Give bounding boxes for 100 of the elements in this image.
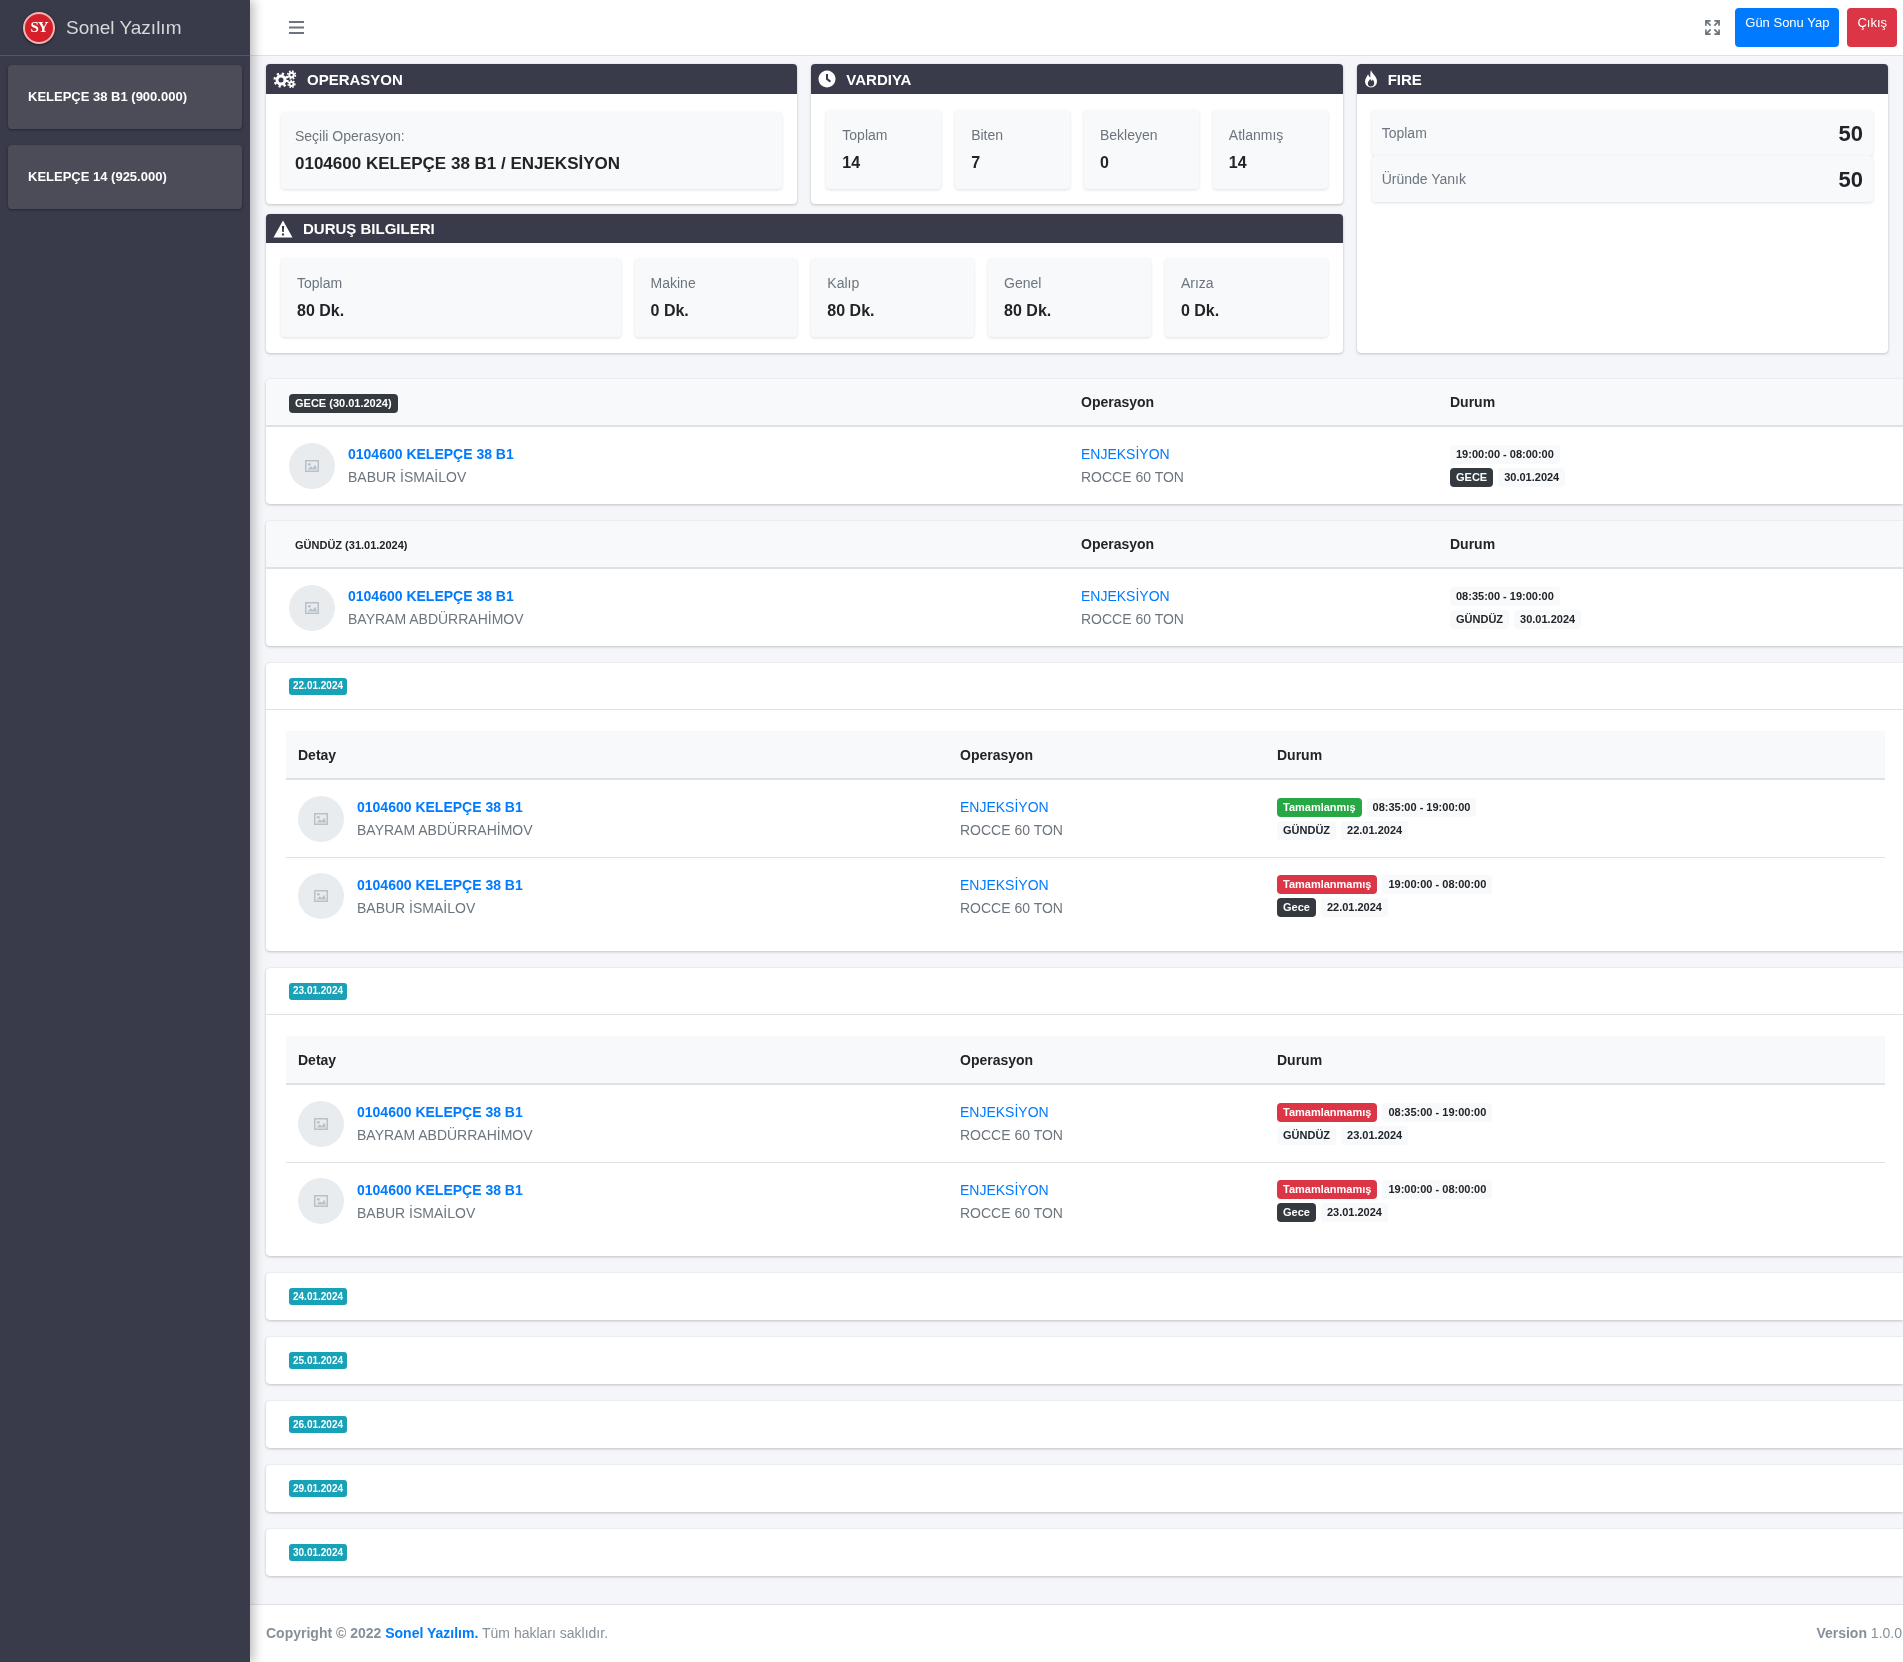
column-header: Durum [1277,746,1323,763]
stat-value: 0 [1100,153,1110,173]
operator-name: BAYRAM ABDÜRRAHİMOV [348,610,524,628]
date-label: 23.01.2024 [1341,1125,1409,1145]
operation-link[interactable]: ENJEKSİYON [960,875,1049,894]
card-title: FIRE [1387,71,1422,87]
product-link[interactable]: 0104600 KELEPÇE 38 B1 [348,445,514,463]
stat-value: 80 Dk. [297,301,346,321]
product-link[interactable]: 0104600 KELEPÇE 38 B1 [357,1103,533,1121]
fullscreen-icon[interactable] [1705,20,1721,35]
operation-link[interactable]: ENJEKSİYON [1081,587,1170,605]
date-badge: 22.01.2024 [289,677,348,695]
status-badge: Tamamlanmış [1277,797,1362,817]
image-placeholder-icon [298,795,344,842]
stat-label: Kalıp [827,274,861,292]
time-range: 19:00:00 - 08:00:00 [1450,444,1560,464]
shift-badge: Gece [1277,1203,1316,1222]
shift-badge: GÜNDÜZ [1277,1125,1337,1145]
image-placeholder-icon [298,1178,344,1224]
status-badge: Tamamlanmamış [1277,1102,1378,1122]
selected-operation-value: 0104600 KELEPÇE 38 B1 / ENJEKSİYON [295,152,622,175]
stat-label: Üründe Yanık [1381,169,1466,189]
stat-value: 0 Dk. [650,301,690,321]
operator-name: BABUR İSMAİLOV [348,468,468,486]
operation-link[interactable]: ENJEKSİYON [960,1103,1049,1121]
operator-name: BABUR İSMAİLOV [357,1203,477,1222]
stat-value: 14 [842,153,862,173]
copyright-text: Copyright © 2022 Sonel Yazılım. Tüm hakları saklıdır. [266,1624,609,1643]
brand-logo: SY [23,11,55,44]
shift-badge: GÜNDÜZ [1277,820,1337,840]
product-link[interactable]: 0104600 KELEPÇE 38 B1 [357,1180,523,1199]
stat-label: Genel [1004,274,1043,292]
date-label: 23.01.2024 [1320,1203,1388,1222]
date-label: 22.01.2024 [1320,898,1388,917]
operator-name: BABUR İSMAİLOV [357,898,477,917]
column-header: Operasyon [1081,536,1155,552]
machine-name: ROCCE 60 TON [1081,610,1184,628]
time-range: 19:00:00 - 08:00:00 [1382,875,1493,894]
card-title: DURUŞ BILGILERI [303,221,435,236]
sidebar-item[interactable]: KELEPÇE 14 (925.000) [8,145,242,209]
flame-icon [1363,70,1378,88]
version-text: Version 1.0.0 [1816,1624,1902,1643]
column-header: Detay [298,1051,337,1068]
machine-name: ROCCE 60 TON [960,1203,1063,1222]
time-range: 08:35:00 - 19:00:00 [1382,1102,1493,1122]
shift-badge: GÜNDÜZ [1450,609,1510,629]
menu-icon[interactable] [289,21,304,34]
date-label: 30.01.2024 [1498,467,1566,487]
operation-link[interactable]: ENJEKSİYON [960,798,1049,816]
stat-label: Toplam [1381,123,1427,143]
time-range: 08:35:00 - 19:00:00 [1450,586,1560,606]
column-header: Detay [298,746,337,763]
image-placeholder-icon [298,1100,344,1147]
column-header: Operasyon [960,1051,1034,1068]
card-title: OPERASYON [307,71,403,87]
column-header: Durum [1450,394,1496,410]
machine-name: ROCCE 60 TON [1081,468,1184,486]
image-placeholder-icon [289,442,335,489]
product-link[interactable]: 0104600 KELEPÇE 38 B1 [357,875,523,894]
column-header: Durum [1277,1051,1323,1068]
stat-label: Seçili Operasyon: [295,126,406,145]
card-title: VARDIYA [846,71,912,87]
clock-icon [818,70,837,88]
operator-name: BAYRAM ABDÜRRAHİMOV [357,1126,533,1144]
column-header: Durum [1450,536,1496,552]
stat-value: 50 [1838,119,1863,148]
date-badge: 29.01.2024 [289,1480,348,1497]
date-label: 30.01.2024 [1514,609,1582,629]
stat-value: 14 [1228,153,1248,173]
date-badge: 26.01.2024 [289,1416,348,1433]
stat-label: Arıza [1180,274,1215,292]
product-link[interactable]: 0104600 KELEPÇE 38 B1 [348,587,524,605]
header-button[interactable]: Çıkış [1847,8,1897,47]
product-link[interactable]: 0104600 KELEPÇE 38 B1 [357,798,533,816]
date-badge: 25.01.2024 [289,1352,348,1369]
stat-value: 80 Dk. [1004,301,1053,321]
operation-link[interactable]: ENJEKSİYON [1081,445,1170,463]
stat-label: Toplam [842,126,889,144]
sidebar-item[interactable]: KELEPÇE 38 B1 (900.000) [8,65,242,129]
operation-link[interactable]: ENJEKSİYON [960,1180,1049,1199]
stat-value: 0 Dk. [1180,301,1221,321]
date-label: 22.01.2024 [1341,820,1409,840]
stat-value: 50 [1838,165,1863,194]
company-link[interactable]: Sonel Yazılım. [385,1625,479,1641]
column-header: Operasyon [1081,394,1155,410]
column-header: Operasyon [960,746,1034,763]
time-range: 19:00:00 - 08:00:00 [1382,1180,1493,1199]
stat-label: Atlanmış [1228,126,1285,144]
brand-name: Sonel Yazılım [66,18,182,37]
date-badge: 30.01.2024 [289,1544,348,1561]
header-button[interactable]: Gün Sonu Yap [1735,8,1840,47]
machine-name: ROCCE 60 TON [960,898,1063,917]
image-placeholder-icon [298,873,344,919]
stat-value: 80 Dk. [827,301,876,321]
date-badge: 24.01.2024 [289,1288,348,1305]
stat-label: Toplam [297,274,344,292]
stat-label: Bekleyen [1100,126,1159,144]
stat-label: Biten [971,126,1005,144]
status-badge: Tamamlanmamış [1277,1180,1378,1199]
machine-name: ROCCE 60 TON [960,1126,1063,1144]
